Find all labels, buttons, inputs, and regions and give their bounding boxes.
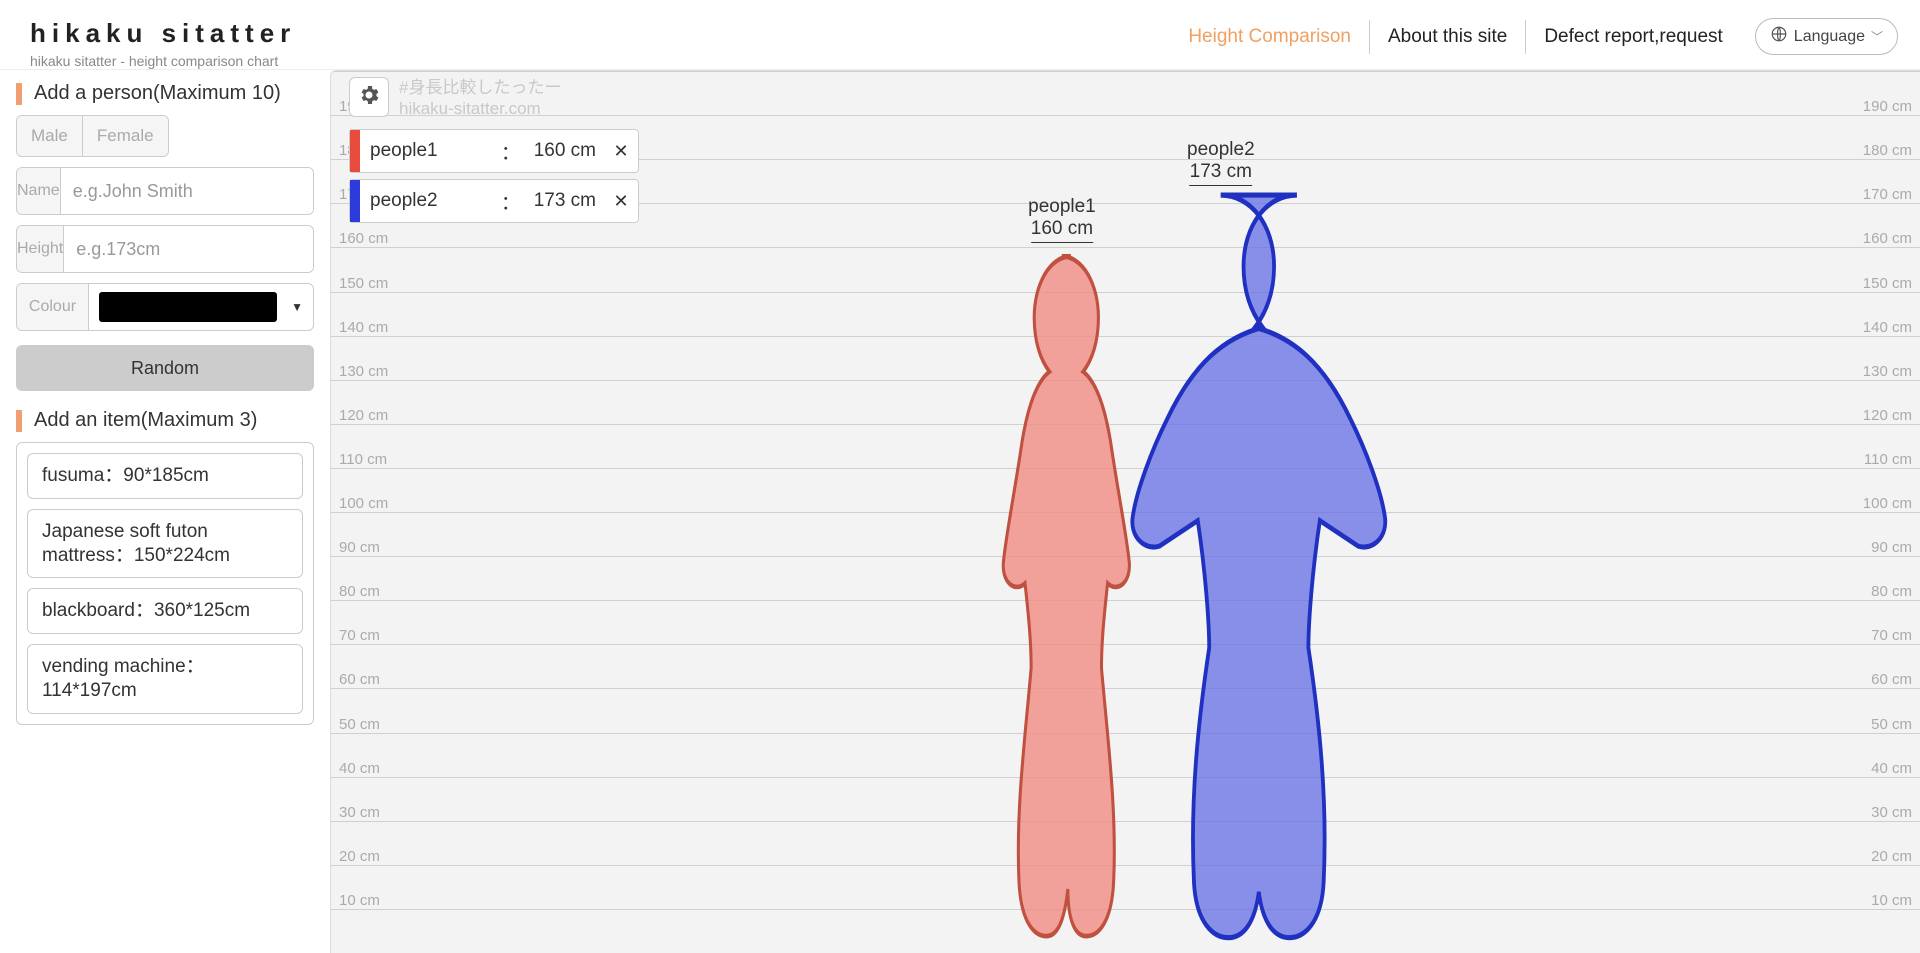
grid-label-right: 180 cm bbox=[1863, 142, 1912, 159]
grid-label-left: 90 cm bbox=[339, 539, 380, 556]
grid-label-left: 140 cm bbox=[339, 319, 388, 336]
name-row: Name bbox=[16, 167, 314, 215]
add-person-title: Add a person(Maximum 10) bbox=[16, 82, 314, 105]
accent-tick bbox=[16, 410, 22, 432]
person-color-stripe bbox=[350, 180, 360, 222]
globe-icon bbox=[1770, 25, 1788, 48]
grid-label-left: 70 cm bbox=[339, 627, 380, 644]
watermark-line1: #身長比較したったー bbox=[399, 77, 561, 98]
sil-name: people2 bbox=[1187, 139, 1255, 161]
brand-block: hikaku sitatter hikaku sitatter - height… bbox=[30, 18, 296, 69]
silhouette-people2[interactable] bbox=[1049, 190, 1392, 953]
grid-label-left: 130 cm bbox=[339, 363, 388, 380]
grid-label-right: 120 cm bbox=[1863, 407, 1912, 424]
grid-label-right: 20 cm bbox=[1871, 848, 1912, 865]
height-chart: #身長比較したったー hikaku-sitatter.com 200 cm200… bbox=[330, 70, 1920, 953]
grid-label-right: 70 cm bbox=[1871, 627, 1912, 644]
silhouette-label-people2: people2173 cm bbox=[1187, 139, 1255, 186]
chevron-down-icon: ﹀ bbox=[1871, 28, 1883, 45]
remove-person-button[interactable]: ✕ bbox=[604, 141, 638, 162]
grid-label-right: 160 cm bbox=[1863, 230, 1912, 247]
grid-label-right: 50 cm bbox=[1871, 716, 1912, 733]
grid-label-right: 30 cm bbox=[1871, 804, 1912, 821]
grid-label-left: 110 cm bbox=[339, 451, 387, 468]
name-input[interactable] bbox=[61, 168, 314, 214]
sil-height: 173 cm bbox=[1190, 161, 1252, 186]
person-chip-name[interactable]: people1 bbox=[360, 140, 497, 162]
items-box: fusuma：90*185cm Japanese soft futon matt… bbox=[16, 442, 314, 725]
gridline: 190 cm190 cm bbox=[331, 115, 1920, 116]
grid-label-left: 20 cm bbox=[339, 848, 380, 865]
grid-label-right: 10 cm bbox=[1871, 892, 1912, 909]
add-item-title: Add an item(Maximum 3) bbox=[16, 409, 314, 432]
grid-label-left: 120 cm bbox=[339, 407, 388, 424]
colour-picker[interactable]: ▼ bbox=[89, 284, 313, 330]
grid-label-left: 80 cm bbox=[339, 583, 380, 600]
grid-label-right: 150 cm bbox=[1863, 275, 1912, 292]
colon: ： bbox=[497, 138, 524, 165]
height-input[interactable] bbox=[64, 226, 314, 272]
language-label: Language bbox=[1794, 28, 1865, 46]
watermark: #身長比較したったー hikaku-sitatter.com bbox=[399, 77, 561, 120]
person-chip-height[interactable]: 160 cm bbox=[524, 140, 604, 162]
name-label: Name bbox=[17, 168, 61, 214]
site-title: hikaku sitatter bbox=[30, 18, 296, 49]
grid-label-right: 60 cm bbox=[1871, 671, 1912, 688]
colour-row: Colour ▼ bbox=[16, 283, 314, 331]
grid-label-left: 40 cm bbox=[339, 760, 380, 777]
item-blackboard[interactable]: blackboard：360*125cm bbox=[27, 588, 303, 634]
male-button[interactable]: Male bbox=[17, 116, 82, 156]
grid-label-right: 90 cm bbox=[1871, 539, 1912, 556]
grid-label-right: 100 cm bbox=[1863, 495, 1912, 512]
top-nav: Height Comparison About this site Defect… bbox=[1170, 18, 1898, 55]
grid-label-right: 80 cm bbox=[1871, 583, 1912, 600]
dropdown-icon: ▼ bbox=[291, 300, 303, 314]
grid-label-right: 110 cm bbox=[1864, 451, 1912, 468]
person-chip-people1: people1：160 cm✕ bbox=[349, 129, 639, 173]
nav-about[interactable]: About this site bbox=[1370, 20, 1526, 54]
person-chip-people2: people2：173 cm✕ bbox=[349, 179, 639, 223]
female-button[interactable]: Female bbox=[82, 116, 168, 156]
grid-label-left: 160 cm bbox=[339, 230, 388, 247]
item-futon[interactable]: Japanese soft futon mattress：150*224cm bbox=[27, 509, 303, 579]
random-button[interactable]: Random bbox=[16, 345, 314, 391]
site-subtitle: hikaku sitatter - height comparison char… bbox=[30, 53, 296, 69]
grid-label-left: 10 cm bbox=[339, 892, 380, 909]
grid-label-right: 200 cm bbox=[1863, 70, 1912, 71]
colour-swatch bbox=[99, 292, 277, 322]
remove-person-button[interactable]: ✕ bbox=[604, 191, 638, 212]
item-vending-machine[interactable]: vending machine：114*197cm bbox=[27, 644, 303, 714]
person-chip-height[interactable]: 173 cm bbox=[524, 190, 604, 212]
grid-label-left: 60 cm bbox=[339, 671, 380, 688]
add-person-label: Add a person(Maximum 10) bbox=[34, 82, 281, 105]
height-label: Height bbox=[17, 226, 64, 272]
gridline: 200 cm 200 cm bbox=[331, 71, 1920, 72]
grid-label-left: 100 cm bbox=[339, 495, 388, 512]
add-item-label: Add an item(Maximum 3) bbox=[34, 409, 257, 432]
nav-height-comparison[interactable]: Height Comparison bbox=[1170, 20, 1370, 54]
grid-label-right: 130 cm bbox=[1863, 363, 1912, 380]
grid-label-right: 190 cm bbox=[1863, 98, 1912, 115]
grid-label-right: 170 cm bbox=[1863, 186, 1912, 203]
grid-label-left: 150 cm bbox=[339, 275, 388, 292]
settings-button[interactable] bbox=[349, 77, 389, 117]
colour-label: Colour bbox=[17, 284, 89, 330]
gear-icon bbox=[357, 83, 381, 112]
item-fusuma[interactable]: fusuma：90*185cm bbox=[27, 453, 303, 499]
sidebar: Add a person(Maximum 10) Male Female Nam… bbox=[0, 70, 330, 953]
height-row: Height bbox=[16, 225, 314, 273]
accent-tick bbox=[16, 83, 22, 105]
person-color-stripe bbox=[350, 130, 360, 172]
grid-label-left: 200 cm bbox=[339, 70, 388, 71]
grid-label-left: 30 cm bbox=[339, 804, 380, 821]
watermark-line2: hikaku-sitatter.com bbox=[399, 98, 561, 119]
gender-toggle: Male Female bbox=[16, 115, 169, 157]
nav-defect-report[interactable]: Defect report,request bbox=[1526, 20, 1740, 54]
person-chip-name[interactable]: people2 bbox=[360, 190, 497, 212]
language-button[interactable]: Language ﹀ bbox=[1755, 18, 1898, 55]
grid-label-right: 40 cm bbox=[1871, 760, 1912, 777]
grid-label-left: 50 cm bbox=[339, 716, 380, 733]
grid-label-right: 140 cm bbox=[1863, 319, 1912, 336]
colon: ： bbox=[497, 188, 524, 215]
